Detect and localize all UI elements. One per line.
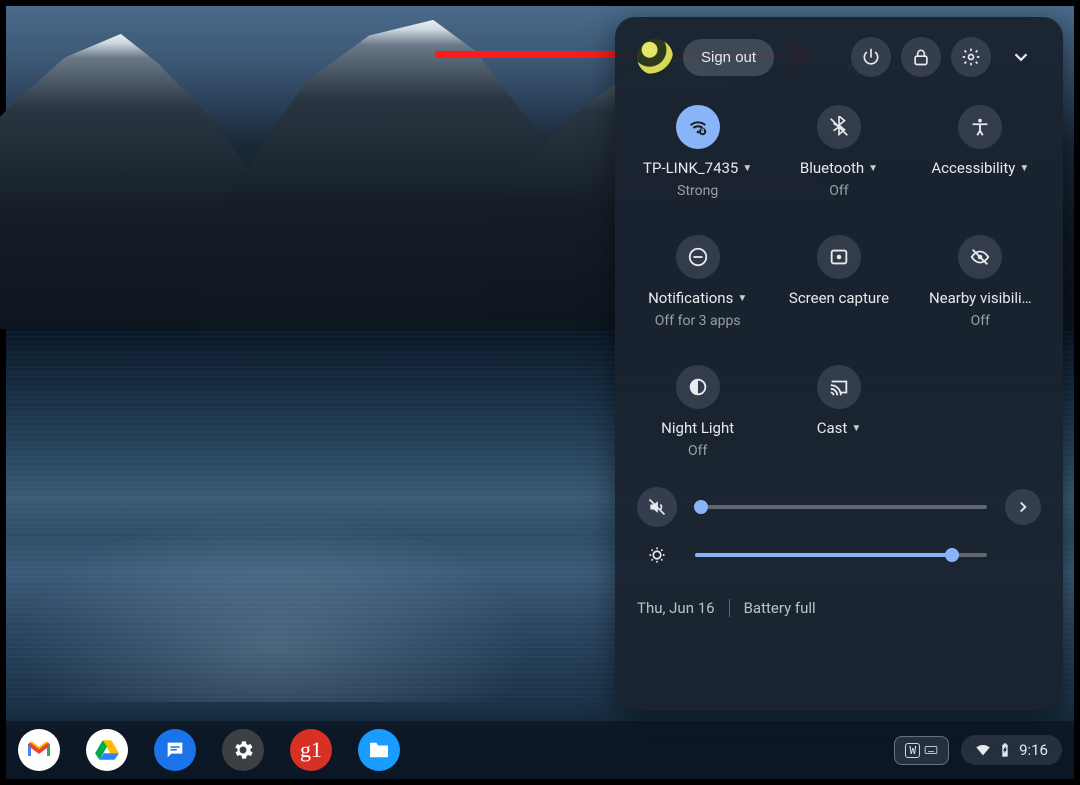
tile-screen-capture-label: Screen capture	[789, 289, 889, 309]
panel-footer: Thu, Jun 16 Battery full	[615, 585, 1063, 617]
tile-notifications: Notifications▼ Off for 3 apps	[627, 229, 768, 335]
tile-night-light-label: Night Light	[661, 419, 734, 437]
power-icon	[861, 47, 881, 67]
brightness-row	[637, 531, 1041, 579]
footer-divider	[729, 599, 730, 617]
cast-button[interactable]	[817, 365, 861, 409]
tile-notifications-label[interactable]: Notifications▼	[648, 289, 747, 307]
clock: 9:16	[1019, 741, 1048, 759]
status-area[interactable]: 9:16	[961, 735, 1062, 765]
folder-icon	[368, 741, 390, 759]
cast-icon	[828, 376, 850, 398]
ime-indicator[interactable]: W	[894, 736, 949, 765]
tile-bluetooth: Bluetooth▼ Off	[768, 99, 909, 205]
drive-icon	[94, 738, 120, 762]
caret-down-icon: ▼	[742, 163, 752, 174]
tile-night-light: Night Light Off	[627, 359, 768, 465]
volume-slider[interactable]	[695, 505, 987, 509]
app-gmail[interactable]	[18, 729, 60, 771]
audio-settings-button[interactable]	[1005, 489, 1041, 525]
footer-battery: Battery full	[744, 599, 816, 617]
screenshot-frame: ↖ Sign out TP-	[0, 0, 1080, 785]
settings-button[interactable]	[951, 37, 991, 77]
chevron-down-icon	[1010, 46, 1032, 68]
quick-settings-panel: Sign out TP-LINK_7435▼ Strong	[615, 17, 1063, 711]
wifi-status-icon	[975, 742, 991, 758]
power-button[interactable]	[851, 37, 891, 77]
visibility-off-icon	[969, 246, 991, 268]
brightness-icon-button[interactable]	[637, 535, 677, 575]
lock-icon	[911, 47, 931, 67]
shelf: g1 W 9:16	[6, 721, 1074, 779]
tile-nearby-sub: Off	[971, 313, 990, 329]
volume-mute-icon	[647, 497, 667, 517]
tile-nearby-visibility: Nearby visibili… Off	[910, 229, 1051, 335]
bluetooth-toggle[interactable]	[817, 105, 861, 149]
brightness-icon	[647, 545, 667, 565]
panel-header: Sign out	[615, 17, 1063, 89]
wifi-toggle[interactable]	[676, 105, 720, 149]
volume-mute-button[interactable]	[637, 487, 677, 527]
caret-down-icon: ▼	[737, 293, 747, 304]
accessibility-icon	[969, 116, 991, 138]
night-light-icon	[687, 376, 709, 398]
footer-date: Thu, Jun 16	[637, 599, 715, 617]
user-avatar[interactable]	[637, 39, 673, 75]
tile-screen-capture: Screen capture	[768, 229, 909, 335]
sign-out-button[interactable]: Sign out	[683, 39, 774, 76]
gear-icon	[231, 738, 255, 762]
night-light-toggle[interactable]	[676, 365, 720, 409]
bluetooth-off-icon	[828, 116, 850, 138]
tile-bluetooth-sub: Off	[829, 183, 848, 199]
quick-settings-grid: TP-LINK_7435▼ Strong Bluetooth▼ Off Acce…	[615, 89, 1063, 465]
caret-down-icon: ▼	[1019, 163, 1029, 174]
tile-wifi-label[interactable]: TP-LINK_7435▼	[643, 159, 752, 177]
g1-glyph: g1	[300, 737, 322, 763]
tile-wifi: TP-LINK_7435▼ Strong	[627, 99, 768, 205]
chevron-right-icon	[1014, 498, 1032, 516]
app-g1[interactable]: g1	[290, 729, 332, 771]
sliders-section	[615, 465, 1063, 585]
tile-accessibility: Accessibility▼	[910, 99, 1051, 205]
notifications-toggle[interactable]	[676, 235, 720, 279]
tile-night-light-sub: Off	[688, 443, 707, 459]
tile-notifications-sub: Off for 3 apps	[655, 313, 741, 329]
gmail-icon	[26, 740, 52, 760]
lock-button[interactable]	[901, 37, 941, 77]
volume-row	[637, 483, 1041, 531]
tile-wifi-sub: Strong	[677, 183, 718, 199]
tile-accessibility-label[interactable]: Accessibility▼	[931, 159, 1029, 177]
caret-down-icon: ▼	[851, 423, 861, 434]
battery-status-icon	[997, 742, 1013, 758]
tile-bluetooth-label[interactable]: Bluetooth▼	[800, 159, 878, 177]
app-files[interactable]	[358, 729, 400, 771]
accessibility-toggle[interactable]	[958, 105, 1002, 149]
nearby-visibility-toggle[interactable]	[958, 235, 1002, 279]
app-messages[interactable]	[154, 729, 196, 771]
app-drive[interactable]	[86, 729, 128, 771]
ime-mode-label: W	[905, 743, 920, 758]
tile-cast-label[interactable]: Cast▼	[817, 419, 861, 437]
do-not-disturb-icon	[687, 246, 709, 268]
caret-down-icon: ▼	[868, 163, 878, 174]
brightness-slider[interactable]	[695, 553, 987, 557]
app-settings[interactable]	[222, 729, 264, 771]
collapse-button[interactable]	[1001, 37, 1041, 77]
screen-capture-button[interactable]	[817, 235, 861, 279]
tile-nearby-label: Nearby visibili…	[929, 289, 1032, 307]
messages-icon	[164, 739, 186, 761]
tile-cast: Cast▼	[768, 359, 909, 465]
gear-icon	[961, 47, 981, 67]
screen-capture-icon	[828, 246, 850, 268]
keyboard-icon	[924, 743, 938, 757]
wifi-icon	[687, 116, 709, 138]
